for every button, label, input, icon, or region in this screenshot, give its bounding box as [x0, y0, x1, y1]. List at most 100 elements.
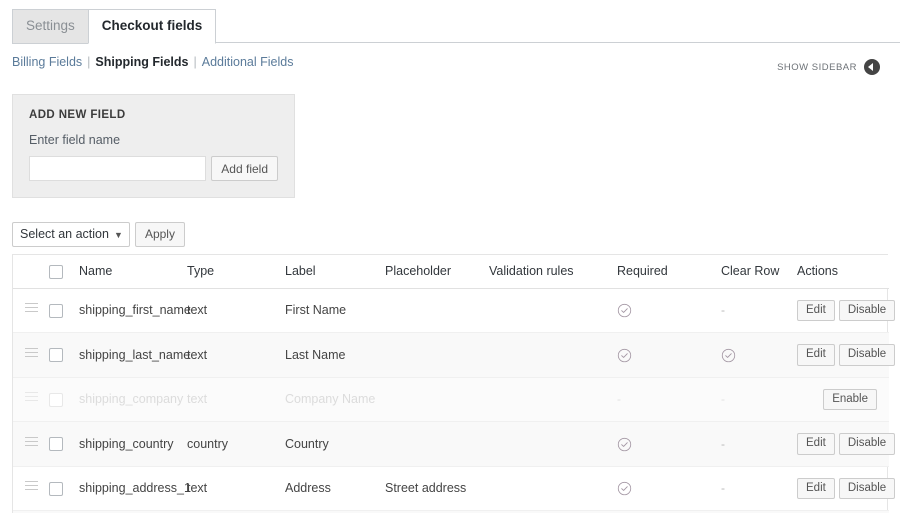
- enable-button[interactable]: Enable: [823, 388, 877, 411]
- row-field-name: shipping_first_name: [79, 288, 191, 334]
- row-field-required: [617, 332, 721, 378]
- check-circle-icon: [617, 303, 632, 318]
- drag-handle-icon[interactable]: [25, 436, 38, 448]
- row-drag-handle-cell[interactable]: [13, 377, 49, 423]
- column-header-type: Type: [187, 255, 285, 289]
- row-select-cell[interactable]: [49, 332, 79, 378]
- checkout-fields-table: Name Type Label Placeholder Validation r…: [13, 255, 896, 513]
- row-drag-handle-cell[interactable]: [13, 288, 49, 334]
- row-checkbox[interactable]: [49, 392, 63, 407]
- row-field-type: text: [187, 466, 285, 512]
- row-field-validation: [489, 421, 617, 467]
- drag-handle-icon[interactable]: [25, 392, 38, 403]
- table-body: shipping_first_name text First Name - Edit Di…: [13, 288, 896, 513]
- row-field-placeholder: [385, 288, 489, 334]
- table-row: shipping_first_name text First Name - Edit Di…: [13, 288, 896, 334]
- edit-button[interactable]: Edit: [797, 433, 835, 455]
- disable-button[interactable]: Disable: [838, 477, 896, 500]
- add-field-button[interactable]: Add field: [211, 156, 278, 181]
- column-header-required: Required: [617, 255, 721, 289]
- row-field-clear-row: -: [721, 377, 797, 423]
- add-new-field-panel: ADD NEW FIELD Enter field name Add field: [12, 94, 295, 198]
- row-field-clear-row: -: [721, 466, 797, 512]
- subnav-item-billing-fields[interactable]: Billing Fields: [12, 55, 82, 69]
- row-field-clear-row: -: [721, 288, 797, 334]
- row-field-clear-row: [721, 332, 797, 378]
- subnav-separator-2: |: [193, 55, 197, 69]
- row-checkbox[interactable]: [49, 303, 63, 318]
- row-field-required: [617, 466, 721, 512]
- row-actions: EditDisable: [797, 288, 896, 334]
- checkout-fields-table-wrap: Name Type Label Placeholder Validation r…: [12, 254, 896, 513]
- row-field-name: shipping_company: [79, 377, 187, 423]
- row-select-cell[interactable]: [49, 421, 79, 467]
- drag-handle-icon[interactable]: [25, 481, 38, 492]
- tab-bar: Settings Checkout fields: [12, 8, 900, 44]
- row-field-name: shipping_country: [79, 421, 187, 467]
- row-drag-handle-cell[interactable]: [13, 332, 49, 378]
- apply-button[interactable]: Apply: [134, 222, 185, 247]
- row-select-cell[interactable]: [49, 288, 79, 334]
- row-checkbox[interactable]: [49, 481, 63, 496]
- new-field-name-input[interactable]: [29, 156, 207, 181]
- disable-button[interactable]: Disable: [838, 299, 896, 322]
- column-header-handle: [13, 255, 49, 289]
- row-field-label: First Name: [285, 288, 385, 334]
- row-field-required: [617, 288, 721, 334]
- check-circle-icon: [617, 437, 632, 451]
- bulk-action-selected-value: Select an action: [20, 227, 109, 241]
- row-field-label: Country: [285, 421, 385, 467]
- row-select-cell[interactable]: [49, 377, 79, 423]
- row-field-label: Company Name: [285, 377, 385, 423]
- tab-settings[interactable]: Settings: [12, 9, 89, 44]
- caret-left-circle-icon[interactable]: [864, 59, 880, 75]
- show-sidebar-toggle[interactable]: SHOW SIDEBAR: [777, 59, 880, 75]
- empty-dash: -: [721, 392, 725, 407]
- breadcrumb: Billing Fields | Shipping Fields | Additiona…: [12, 53, 888, 71]
- row-field-name: shipping_last_name: [79, 332, 190, 378]
- row-field-required: [617, 421, 721, 467]
- subnav-row: Billing Fields | Shipping Fields | Additiona…: [12, 53, 888, 75]
- edit-button[interactable]: Edit: [797, 299, 835, 322]
- drag-handle-icon[interactable]: [25, 303, 38, 314]
- check-circle-icon: [721, 348, 736, 362]
- row-field-placeholder: Street address: [385, 466, 489, 512]
- row-field-validation: [489, 377, 617, 423]
- subnav-separator-1: |: [87, 55, 91, 69]
- row-drag-handle-cell[interactable]: [13, 421, 49, 467]
- select-all-checkbox[interactable]: [49, 264, 63, 279]
- subnav-item-additional-fields[interactable]: Additional Fields: [202, 55, 294, 69]
- empty-dash: -: [721, 436, 725, 451]
- row-field-clear-row: -: [721, 421, 797, 467]
- column-header-actions: Actions: [797, 255, 889, 289]
- row-field-required: -: [617, 377, 721, 423]
- drag-handle-icon[interactable]: [25, 347, 38, 359]
- show-sidebar-label: SHOW SIDEBAR: [777, 61, 857, 73]
- row-field-label: Address: [285, 466, 385, 512]
- row-field-placeholder: [385, 421, 489, 467]
- edit-button[interactable]: Edit: [797, 344, 835, 366]
- column-header-select-all: [49, 255, 79, 289]
- chevron-down-icon: ▼: [114, 230, 123, 240]
- column-header-validation: Validation rules: [489, 255, 617, 289]
- row-drag-handle-cell[interactable]: [13, 466, 49, 512]
- empty-dash: -: [617, 392, 621, 407]
- edit-button[interactable]: Edit: [797, 477, 835, 500]
- row-field-type: text: [187, 288, 285, 334]
- row-field-name: shipping_address_1: [79, 466, 191, 512]
- row-checkbox[interactable]: [49, 348, 63, 363]
- row-select-cell[interactable]: [49, 466, 79, 512]
- disable-button[interactable]: Disable: [838, 433, 896, 455]
- tab-checkout-fields[interactable]: Checkout fields: [87, 9, 217, 44]
- row-checkbox[interactable]: [49, 437, 63, 452]
- disable-button[interactable]: Disable: [838, 344, 896, 366]
- bulk-action-select[interactable]: Select an action ▼: [12, 222, 130, 247]
- add-new-field-row: Add field: [29, 156, 278, 181]
- table-row: shipping_address_1 text Address Street addr…: [13, 466, 896, 512]
- row-field-type: country: [187, 421, 285, 467]
- column-header-placeholder: Placeholder: [385, 255, 489, 289]
- check-circle-icon: [617, 348, 632, 362]
- row-actions: Enable: [797, 377, 889, 423]
- table-row: shipping_company text Company Name - - Enable: [13, 377, 889, 423]
- subnav-item-shipping-fields[interactable]: Shipping Fields: [95, 55, 188, 69]
